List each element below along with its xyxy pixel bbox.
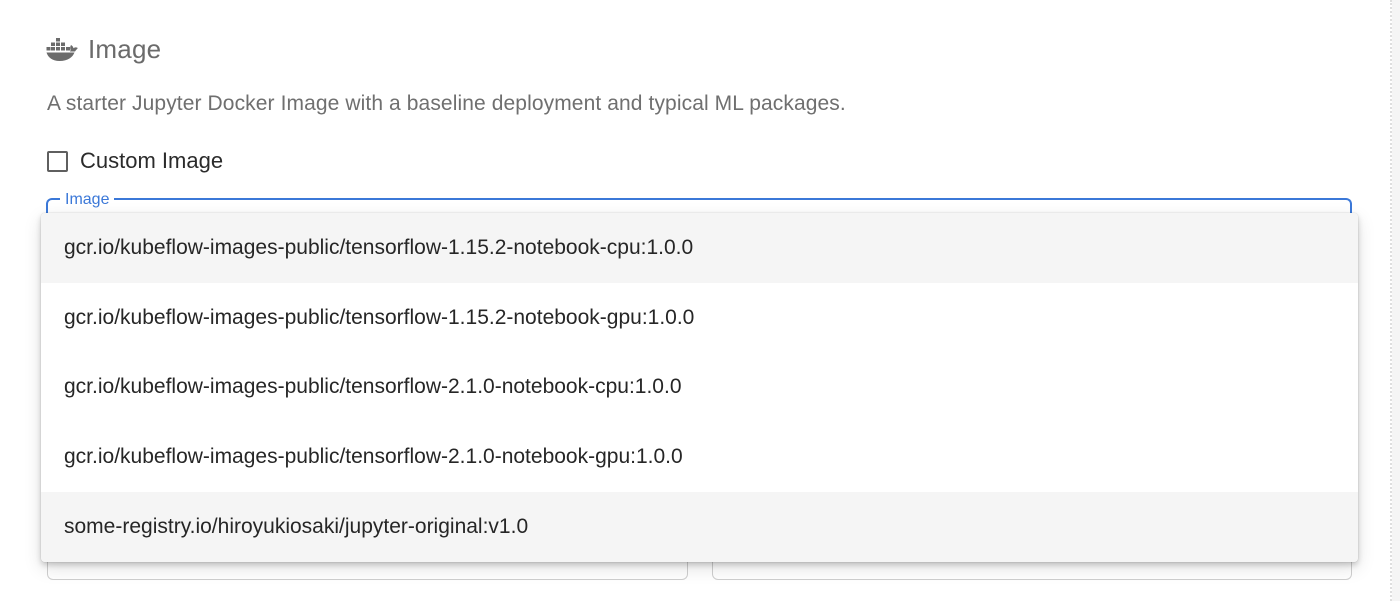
- image-option[interactable]: gcr.io/kubeflow-images-public/tensorflow…: [41, 353, 1358, 423]
- image-select-label: Image: [60, 191, 115, 209]
- custom-image-checkbox[interactable]: [47, 150, 68, 172]
- custom-image-label[interactable]: Custom Image: [80, 148, 223, 174]
- image-config-card: Image A starter Jupyter Docker Image wit…: [0, 0, 1392, 601]
- custom-image-checkbox-row[interactable]: Custom Image: [47, 146, 223, 176]
- image-option[interactable]: some-registry.io/hiroyukiosaki/jupyter-o…: [41, 492, 1358, 562]
- image-option[interactable]: gcr.io/kubeflow-images-public/tensorflow…: [41, 422, 1358, 492]
- section-header: Image: [46, 30, 161, 68]
- image-option[interactable]: gcr.io/kubeflow-images-public/tensorflow…: [41, 283, 1358, 353]
- image-option[interactable]: gcr.io/kubeflow-images-public/tensorflow…: [41, 213, 1358, 283]
- image-dropdown-panel: gcr.io/kubeflow-images-public/tensorflow…: [41, 213, 1358, 562]
- section-title: Image: [88, 33, 162, 64]
- section-description: A starter Jupyter Docker Image with a ba…: [47, 92, 846, 115]
- docker-whale-icon: [46, 38, 78, 61]
